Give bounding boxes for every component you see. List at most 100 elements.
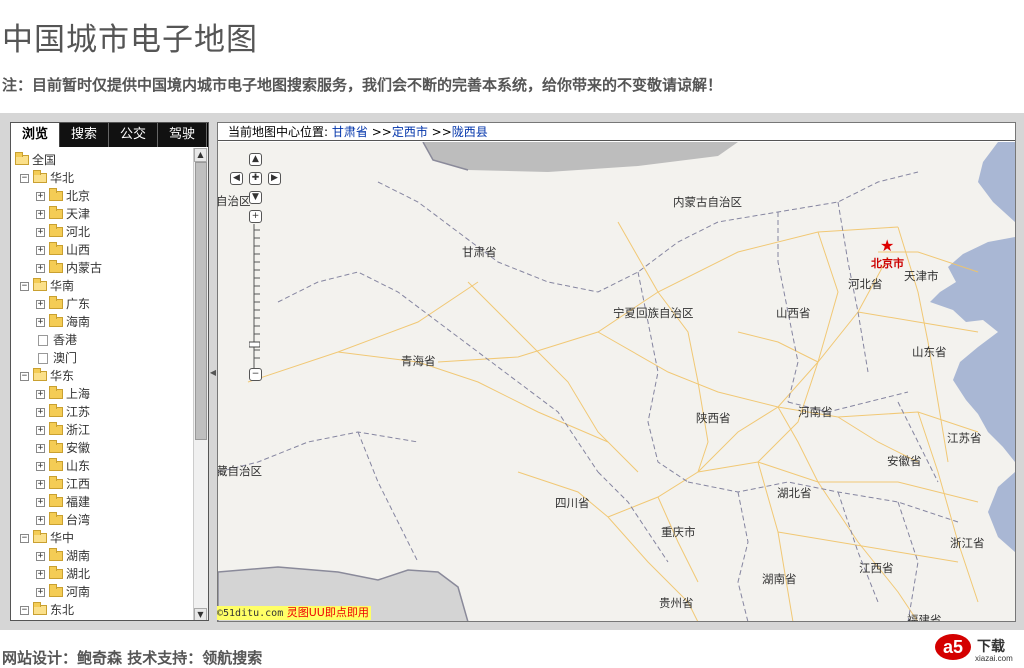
zoom-slider[interactable] xyxy=(249,224,260,369)
tree-item-label[interactable]: 台湾 xyxy=(66,511,90,529)
pan-up-icon[interactable]: ▲ xyxy=(249,153,262,166)
scroll-down-arrow-icon[interactable]: ▼ xyxy=(194,608,207,620)
expand-icon[interactable]: + xyxy=(36,497,45,507)
tree-item-label[interactable]: 福建 xyxy=(66,493,90,511)
tree-item[interactable]: + 广东 xyxy=(36,295,90,313)
expand-icon[interactable]: + xyxy=(36,443,45,453)
pan-down-icon[interactable]: ▼ xyxy=(249,191,262,204)
tree-item-label[interactable]: 安徽 xyxy=(66,439,90,457)
zoom-in-icon[interactable]: + xyxy=(249,210,262,223)
tree-item[interactable]: − 华中 xyxy=(20,529,74,547)
tree-item-label[interactable]: 全国 xyxy=(32,151,56,169)
scroll-thumb[interactable] xyxy=(195,162,207,440)
tree-item[interactable]: − 华东 xyxy=(20,367,74,385)
tree-item-label[interactable]: 浙江 xyxy=(66,421,90,439)
tree-item-label[interactable]: 湖南 xyxy=(66,547,90,565)
tree-item-label[interactable]: 湖北 xyxy=(66,565,90,583)
tree-item-label[interactable]: 江西 xyxy=(66,475,90,493)
expand-icon[interactable]: + xyxy=(36,245,45,255)
tree-item[interactable]: + 天津 xyxy=(36,205,90,223)
breadcrumb-city[interactable]: 定西市 xyxy=(392,125,428,139)
pan-right-icon[interactable]: ▶ xyxy=(268,172,281,185)
tree-item[interactable]: + 山西 xyxy=(36,241,90,259)
tree-item[interactable]: + 上海 xyxy=(36,385,90,403)
expand-icon[interactable]: + xyxy=(36,227,45,237)
expand-icon[interactable]: + xyxy=(36,569,45,579)
tree-item[interactable]: + 江西 xyxy=(36,475,90,493)
map-viewport[interactable]: 当前地图中心位置: 甘肃省 >>定西市 >>陇西县 内蒙古自治区 自治区 甘肃省… xyxy=(217,122,1016,622)
expand-icon[interactable]: + xyxy=(36,425,45,435)
tree-item-label[interactable]: 华中 xyxy=(50,529,74,547)
tree-item-label[interactable]: 华北 xyxy=(50,169,74,187)
tree-item[interactable]: + 湖北 xyxy=(36,565,90,583)
expand-icon[interactable]: + xyxy=(36,407,45,417)
tree-item[interactable]: + 安徽 xyxy=(36,439,90,457)
expand-icon[interactable]: + xyxy=(36,191,45,201)
tree-item-label[interactable]: 华南 xyxy=(50,277,74,295)
tab-bus[interactable]: 公交 xyxy=(109,123,158,147)
tree-item-label[interactable]: 澳门 xyxy=(53,349,77,367)
map-label-beijing[interactable]: 北京市 xyxy=(871,255,904,271)
tree-item-label[interactable]: 河北 xyxy=(66,223,90,241)
tree-item[interactable]: 澳门 xyxy=(36,349,77,367)
scroll-up-arrow-icon[interactable]: ▲ xyxy=(194,148,207,162)
tree-item-label[interactable]: 东北 xyxy=(50,601,74,619)
collapse-icon[interactable]: − xyxy=(20,173,29,183)
tree-item[interactable]: − 华南 xyxy=(20,277,74,295)
tree-item-label[interactable]: 天津 xyxy=(66,205,90,223)
expand-icon[interactable]: + xyxy=(36,299,45,309)
tree-item[interactable]: + 北京 xyxy=(36,187,90,205)
collapse-panel-icon[interactable]: ◀ xyxy=(209,366,217,380)
tree-item[interactable]: + 浙江 xyxy=(36,421,90,439)
tree-item[interactable]: + 河北 xyxy=(36,223,90,241)
tree-item[interactable]: + 河南 xyxy=(36,583,90,601)
expand-icon[interactable]: + xyxy=(36,587,45,597)
collapse-icon[interactable]: − xyxy=(20,281,29,291)
collapse-icon[interactable]: − xyxy=(20,371,29,381)
tab-browse[interactable]: 浏览 xyxy=(11,123,60,147)
tree-item[interactable]: + 海南 xyxy=(36,313,90,331)
tree-item-label[interactable]: 华东 xyxy=(50,367,74,385)
tree-item[interactable]: + 福建 xyxy=(36,493,90,511)
breadcrumb-county[interactable]: 陇西县 xyxy=(452,125,488,139)
breadcrumb-province[interactable]: 甘肃省 xyxy=(332,125,368,139)
zoom-out-icon[interactable]: − xyxy=(249,368,262,381)
expand-icon[interactable]: + xyxy=(36,551,45,561)
folder-icon xyxy=(49,206,63,219)
tree-scrollbar[interactable]: ▲ ▼ xyxy=(193,148,208,620)
expand-icon[interactable]: + xyxy=(36,209,45,219)
tree-item[interactable]: 全国 xyxy=(15,151,56,169)
tree-item[interactable]: + 台湾 xyxy=(36,511,90,529)
tree-item[interactable]: − 东北 xyxy=(20,601,74,619)
tree-item[interactable]: 香港 xyxy=(36,331,77,349)
tree-item-label[interactable]: 山西 xyxy=(66,241,90,259)
tree-item[interactable]: + 江苏 xyxy=(36,403,90,421)
tree-item-label[interactable]: 海南 xyxy=(66,313,90,331)
tree-item-label[interactable]: 香港 xyxy=(53,331,77,349)
tree-item-label[interactable]: 内蒙古 xyxy=(66,259,102,277)
collapse-icon[interactable]: − xyxy=(20,533,29,543)
expand-icon[interactable]: + xyxy=(36,317,45,327)
tree-item[interactable]: + 湖南 xyxy=(36,547,90,565)
tree-item-label[interactable]: 河南 xyxy=(66,583,90,601)
pan-center-icon[interactable]: ✚ xyxy=(249,172,262,185)
map-canvas[interactable] xyxy=(218,142,1015,622)
tree-item-label[interactable]: 山东 xyxy=(66,457,90,475)
tab-search[interactable]: 搜索 xyxy=(60,123,109,147)
expand-icon[interactable]: + xyxy=(36,479,45,489)
tree-item-label[interactable]: 广东 xyxy=(66,295,90,313)
tree-item-label[interactable]: 江苏 xyxy=(66,403,90,421)
tree-item[interactable]: + 山东 xyxy=(36,457,90,475)
tab-drive[interactable]: 驾驶 xyxy=(158,123,207,147)
copyright-link[interactable]: 灵图UU即点即用 xyxy=(287,606,369,619)
expand-icon[interactable]: + xyxy=(36,515,45,525)
tree-item-label[interactable]: 北京 xyxy=(66,187,90,205)
expand-icon[interactable]: + xyxy=(36,461,45,471)
tree-item-label[interactable]: 上海 xyxy=(66,385,90,403)
collapse-icon[interactable]: − xyxy=(20,605,29,615)
pan-left-icon[interactable]: ◀ xyxy=(230,172,243,185)
tree-item[interactable]: + 内蒙古 xyxy=(36,259,102,277)
expand-icon[interactable]: + xyxy=(36,263,45,273)
expand-icon[interactable]: + xyxy=(36,389,45,399)
tree-item[interactable]: − 华北 xyxy=(20,169,74,187)
